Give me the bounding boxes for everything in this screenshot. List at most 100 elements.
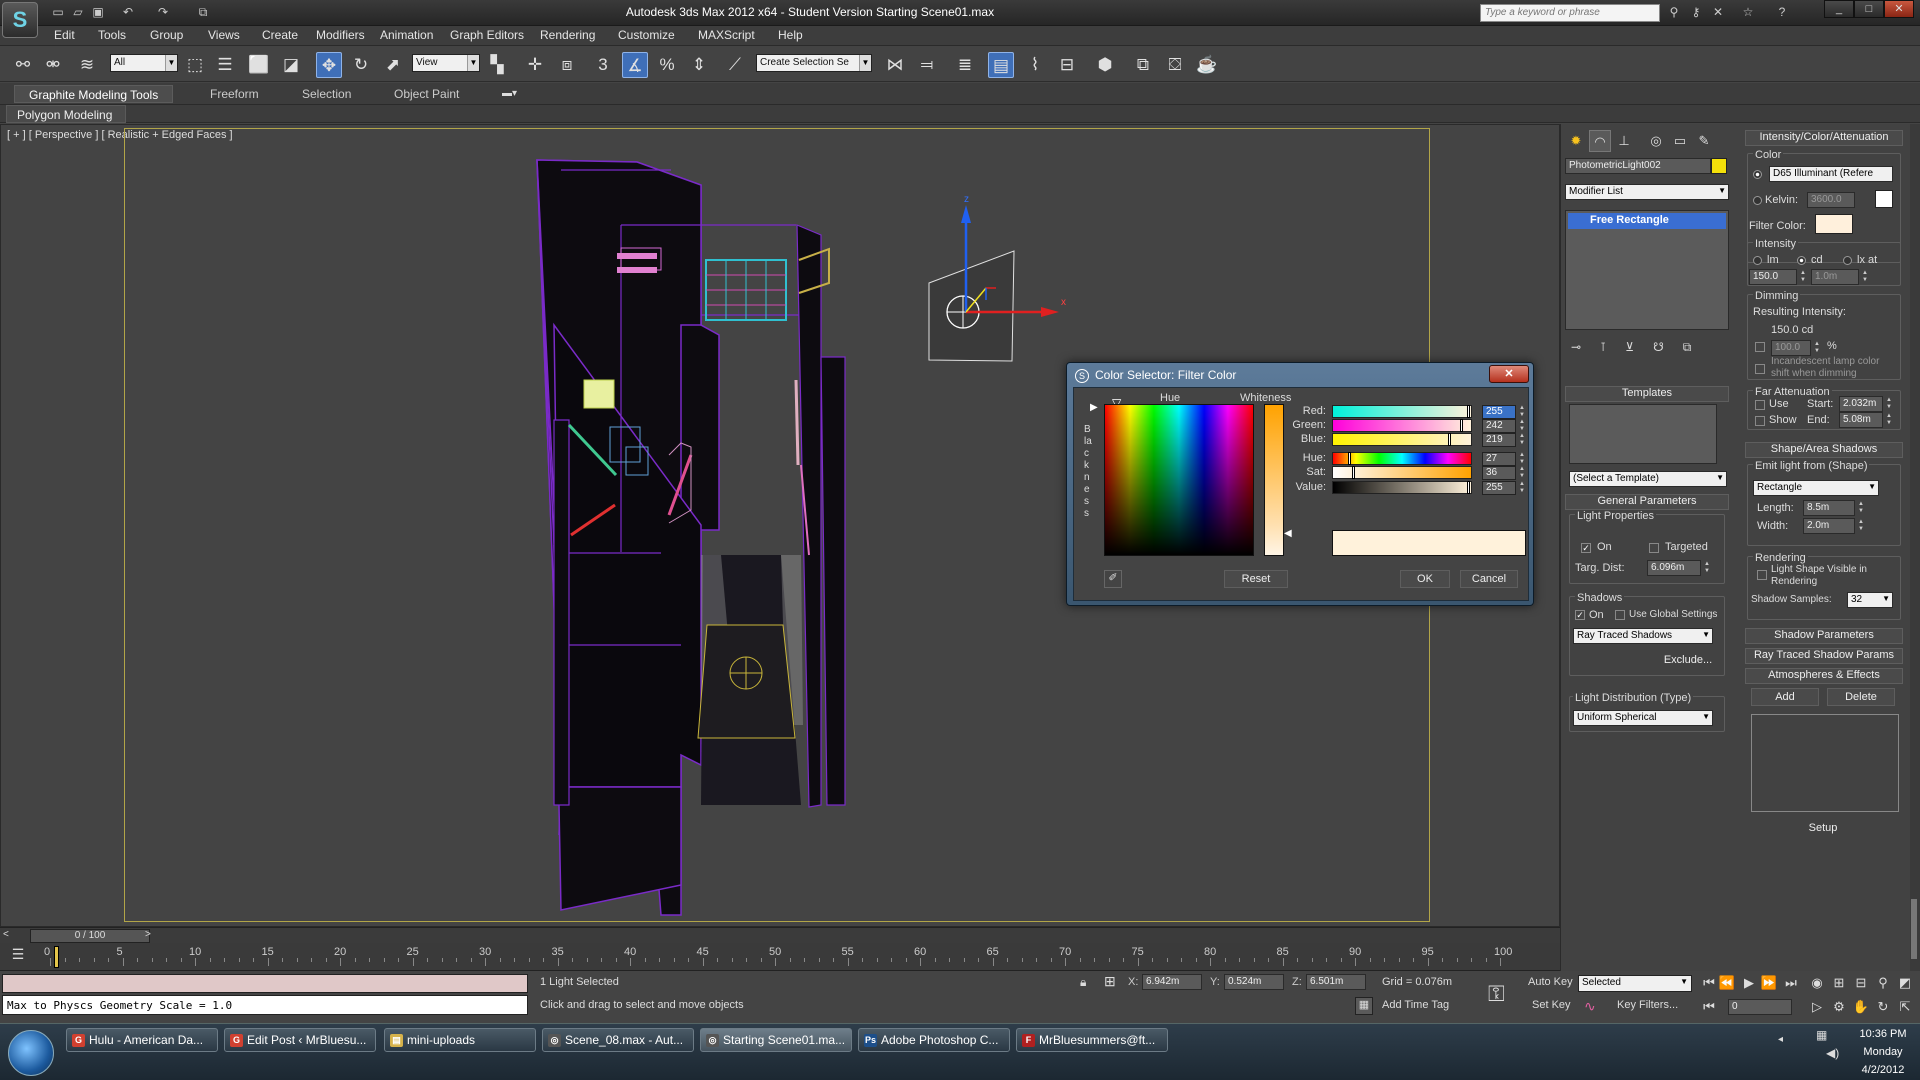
undo-icon[interactable]: ↶	[120, 4, 136, 20]
previous-frame-icon[interactable]: ⏪	[1718, 975, 1736, 993]
render-setup-icon[interactable]: ⧉	[1130, 52, 1156, 78]
filter-color-swatch[interactable]	[1815, 214, 1853, 234]
taskbar-item[interactable]: Ps Adobe Photoshop C...	[858, 1028, 1010, 1052]
template-select-dropdown[interactable]: (Select a Template) ▼	[1569, 471, 1727, 487]
zoom-icon[interactable]: ⚲	[1874, 975, 1892, 993]
named-selection-dropdown[interactable]: Create Selection Se ▼	[756, 54, 872, 72]
channel-value-field[interactable]: 255	[1482, 405, 1516, 419]
stack-item-free-rectangle[interactable]: Free Rectangle	[1568, 213, 1726, 229]
favorites-icon[interactable]: ☆	[1740, 4, 1756, 20]
reference-coordinate-dropdown[interactable]: View ▼	[412, 54, 480, 72]
object-color-swatch[interactable]	[1711, 158, 1727, 174]
rectangular-selection-icon[interactable]: ⬜	[246, 52, 272, 78]
channel-value-field[interactable]: 27	[1482, 452, 1516, 466]
width-field[interactable]: 2.0m	[1803, 518, 1855, 534]
snaps-toggle-icon[interactable]: 3	[590, 52, 616, 78]
close-button[interactable]: ✕	[1884, 0, 1914, 18]
taskbar-item[interactable]: F MrBluesummers@ft...	[1016, 1028, 1168, 1052]
menu-views[interactable]: Views	[208, 28, 240, 42]
field-of-view-icon[interactable]: ◩	[1896, 975, 1914, 993]
app-logo-icon[interactable]: S	[2, 2, 38, 38]
key-filters-button[interactable]: Key Filters...	[1617, 999, 1678, 1011]
tab-freeform[interactable]: Freeform	[196, 85, 273, 103]
open-file-icon[interactable]: ▱	[70, 4, 86, 20]
eyedropper-icon[interactable]: ✐	[1104, 570, 1122, 588]
on-checkbox[interactable]: ✓	[1581, 543, 1591, 553]
slider-thumb[interactable]	[1448, 433, 1452, 446]
channel-slider[interactable]	[1332, 433, 1472, 446]
utilities-panel-icon[interactable]: ✎	[1693, 130, 1715, 152]
select-and-rotate-icon[interactable]: ↻	[348, 52, 374, 78]
distribution-type-dropdown[interactable]: Uniform Spherical ▼	[1573, 710, 1713, 726]
scrollbar-thumb[interactable]	[1911, 899, 1917, 959]
maxscript-output[interactable]: Max to Physcs Geometry Scale = 1.0	[2, 995, 528, 1015]
zoom-extents-icon[interactable]: ⊞	[1830, 975, 1848, 993]
intensity-color-header[interactable]: Intensity/Color/Attenuation	[1745, 130, 1903, 146]
ray-traced-params-header[interactable]: Ray Traced Shadow Params	[1745, 648, 1903, 664]
spinner-icon[interactable]: ▲ ▼	[1518, 405, 1526, 419]
lux-radio[interactable]	[1843, 256, 1852, 265]
motion-panel-icon[interactable]: ◎	[1645, 130, 1667, 152]
curve-editor-icon[interactable]: ⌇	[1022, 52, 1048, 78]
material-editor-icon[interactable]: ⬢	[1092, 52, 1118, 78]
spinner-icon[interactable]: ▲ ▼	[1518, 481, 1526, 495]
intensity-field[interactable]: 150.0	[1749, 269, 1797, 285]
tab-selection[interactable]: Selection	[288, 85, 365, 103]
time-config-icon[interactable]: ◉	[1808, 975, 1826, 993]
mirror-icon[interactable]: ⋈	[882, 52, 908, 78]
taskbar-item[interactable]: ◎ Scene_08.max - Aut...	[542, 1028, 694, 1052]
shadow-samples-dropdown[interactable]: 32 ▼	[1847, 592, 1893, 608]
network-icon[interactable]: ▦	[1816, 1028, 1827, 1042]
templates-rollout-header[interactable]: Templates	[1565, 386, 1729, 402]
shadow-parameters-header[interactable]: Shadow Parameters	[1745, 628, 1903, 644]
menu-help[interactable]: Help	[778, 28, 803, 42]
tray-expand-icon[interactable]: ◂	[1778, 1034, 1783, 1045]
delete-button[interactable]: Delete	[1827, 688, 1895, 706]
lux-distance-field[interactable]: 1.0m	[1811, 269, 1859, 285]
system-clock[interactable]: 10:36 PM Monday 4/2/2012	[1848, 1025, 1918, 1079]
shadows-on-checkbox[interactable]: ✓	[1575, 610, 1585, 620]
select-by-name-icon[interactable]: ☰	[212, 52, 238, 78]
candela-radio[interactable]	[1797, 256, 1806, 265]
create-panel-icon[interactable]: ✹	[1565, 130, 1587, 152]
length-field[interactable]: 8.5m	[1803, 500, 1855, 516]
hierarchy-panel-icon[interactable]: ⊥	[1613, 130, 1635, 152]
menu-rendering[interactable]: Rendering	[540, 28, 595, 42]
auto-key-button[interactable]: Auto Key	[1528, 976, 1573, 994]
communication-icon[interactable]: ✕	[1710, 4, 1726, 20]
object-name-field[interactable]: PhotometricLight002	[1565, 158, 1711, 174]
new-file-icon[interactable]: ▭	[50, 4, 66, 20]
shape-dropdown[interactable]: Rectangle ▼	[1753, 480, 1879, 496]
channel-value-field[interactable]: 242	[1482, 419, 1516, 433]
dimming-checkbox[interactable]	[1755, 342, 1765, 352]
light-shape-visible-checkbox[interactable]	[1757, 570, 1767, 580]
display-panel-icon[interactable]: ▭	[1669, 130, 1691, 152]
spinner-icon[interactable]: ▲ ▼	[1885, 413, 1893, 427]
show-far-atten-checkbox[interactable]	[1755, 416, 1765, 426]
slider-thumb[interactable]	[1460, 419, 1464, 432]
slider-thumb[interactable]	[1347, 452, 1351, 465]
slider-thumb[interactable]	[1467, 405, 1470, 418]
select-manipulate-icon[interactable]: ✛	[522, 52, 548, 78]
maximize-viewport-icon[interactable]: ⇱	[1896, 999, 1914, 1017]
modify-panel-icon[interactable]: ◠	[1589, 130, 1611, 152]
targeted-checkbox[interactable]	[1649, 543, 1659, 553]
spinner-snap-icon[interactable]: ⇕	[686, 52, 712, 78]
illuminant-dropdown[interactable]: D65 Illuminant (Refere	[1769, 166, 1893, 182]
panel-scrollbar[interactable]	[1910, 124, 1920, 971]
spinner-icon[interactable]: ▲ ▼	[1861, 270, 1869, 284]
keyboard-shortcut-icon[interactable]: ⧈	[554, 52, 580, 78]
whiteness-pointer-icon[interactable]: ◀	[1284, 528, 1292, 539]
spinner-icon[interactable]: ▲ ▼	[1703, 561, 1711, 575]
dim-percent-field[interactable]: 100.0	[1771, 340, 1811, 356]
select-object-icon[interactable]: ⬚	[182, 52, 208, 78]
key-mode-toggle-icon[interactable]: ⏮	[1700, 999, 1718, 1017]
end-field[interactable]: 5.08m	[1839, 412, 1883, 428]
maximize-button[interactable]: □	[1854, 0, 1884, 18]
orbit-icon[interactable]: ⚙	[1830, 999, 1848, 1017]
spinner-icon[interactable]: ▲ ▼	[1857, 501, 1865, 515]
taskbar-item[interactable]: G Hulu - American Da...	[66, 1028, 218, 1052]
redo-icon[interactable]: ↷	[155, 4, 171, 20]
shadow-type-dropdown[interactable]: Ray Traced Shadows ▼	[1573, 628, 1713, 644]
add-time-tag[interactable]: Add Time Tag	[1382, 999, 1449, 1011]
